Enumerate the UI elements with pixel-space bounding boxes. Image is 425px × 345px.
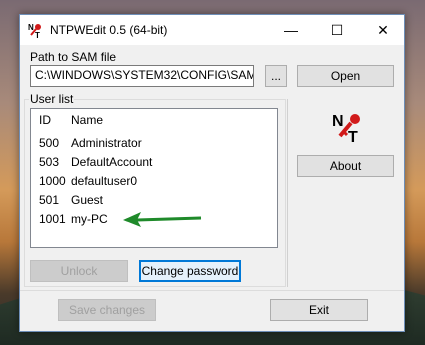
open-button[interactable]: Open xyxy=(297,65,394,87)
svg-text:T: T xyxy=(348,129,358,143)
user-id: 1001 xyxy=(39,212,66,226)
vertical-separator xyxy=(287,99,288,287)
user-list-label: User list xyxy=(29,92,75,106)
browse-button[interactable]: ... xyxy=(265,65,287,87)
user-name: Guest xyxy=(71,193,104,207)
user-id: 501 xyxy=(39,193,60,207)
exit-button[interactable]: Exit xyxy=(270,299,368,321)
minimize-icon: — xyxy=(284,22,298,38)
column-id[interactable]: ID xyxy=(39,113,51,127)
green-arrow-icon xyxy=(123,212,202,227)
title-bar[interactable]: N T NTPWEdit 0.5 (64-bit) — ☐ ✕ xyxy=(20,15,404,45)
about-button[interactable]: About xyxy=(297,155,394,177)
user-list[interactable]: ID Name 500 Administrator 503 DefaultAcc… xyxy=(30,108,278,248)
change-password-button[interactable]: Change password xyxy=(139,260,241,282)
svg-text:N: N xyxy=(28,23,34,32)
svg-text:N: N xyxy=(332,113,344,130)
minimize-button[interactable]: — xyxy=(268,15,314,45)
close-button[interactable]: ✕ xyxy=(360,15,406,45)
user-id: 1000 xyxy=(39,174,66,188)
user-id: 503 xyxy=(39,155,60,169)
user-id: 500 xyxy=(39,136,60,150)
maximize-icon: ☐ xyxy=(330,21,344,38)
save-changes-button[interactable]: Save changes xyxy=(58,299,156,321)
close-icon: ✕ xyxy=(377,21,389,38)
svg-text:T: T xyxy=(35,31,40,38)
list-item[interactable]: 1000 defaultuser0 xyxy=(31,172,277,191)
column-name[interactable]: Name xyxy=(71,113,103,127)
sam-path-label: Path to SAM file xyxy=(29,50,118,64)
ntpwedit-logo-icon: N T xyxy=(332,113,360,143)
user-name: defaultuser0 xyxy=(71,174,138,188)
user-list-header: ID Name xyxy=(31,109,277,131)
window-title: NTPWEdit 0.5 (64-bit) xyxy=(50,23,168,37)
sam-path-field[interactable]: C:\WINDOWS\SYSTEM32\CONFIG\SAM xyxy=(30,65,254,87)
maximize-button[interactable]: ☐ xyxy=(314,15,360,45)
ntpwedit-key-icon: N T xyxy=(28,23,41,38)
user-name: my-PC xyxy=(71,212,108,226)
list-item[interactable]: 503 DefaultAccount xyxy=(31,153,277,172)
ntpwedit-window: N T NTPWEdit 0.5 (64-bit) — ☐ ✕ Path to … xyxy=(19,14,405,332)
user-name: DefaultAccount xyxy=(71,155,153,169)
user-name: Administrator xyxy=(71,136,142,150)
footer-separator xyxy=(20,290,404,291)
unlock-button[interactable]: Unlock xyxy=(30,260,128,282)
list-item[interactable]: 501 Guest xyxy=(31,191,277,210)
list-item[interactable]: 500 Administrator xyxy=(31,134,277,153)
